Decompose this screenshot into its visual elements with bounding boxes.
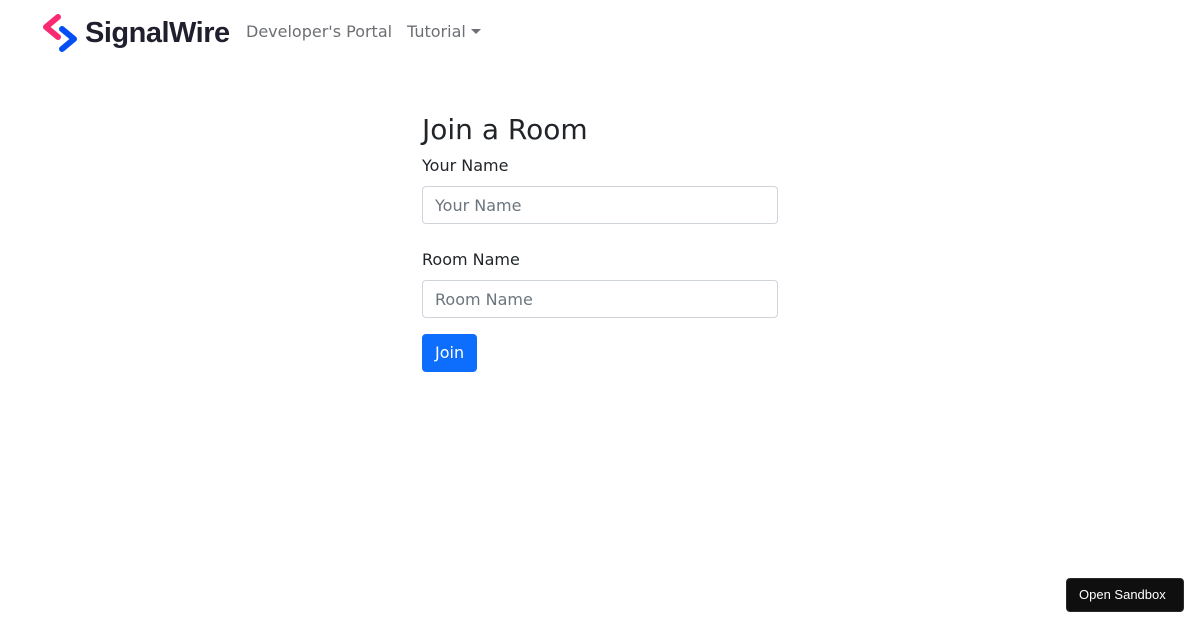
- top-navbar: SignalWire Developer's Portal Tutorial: [0, 0, 1200, 64]
- brand-name: SignalWire: [85, 17, 230, 49]
- your-name-input[interactable]: [422, 186, 778, 224]
- brand-link[interactable]: SignalWire: [42, 13, 230, 53]
- signalwire-logo-icon: [43, 14, 77, 52]
- room-name-input[interactable]: [422, 280, 778, 318]
- room-name-label: Room Name: [422, 250, 520, 269]
- your-name-label: Your Name: [422, 156, 509, 175]
- open-sandbox-button[interactable]: Open Sandbox: [1066, 578, 1184, 612]
- nav-developers-portal[interactable]: Developer's Portal: [246, 22, 392, 42]
- page-title: Join a Room: [422, 113, 588, 146]
- join-room-form: Join a Room Your Name Room Name Join: [422, 112, 778, 372]
- nav-tutorial-dropdown[interactable]: Tutorial: [407, 22, 481, 42]
- caret-down-icon: [470, 29, 481, 34]
- join-button[interactable]: Join: [422, 334, 478, 372]
- nav-tutorial-label: Tutorial: [407, 22, 466, 41]
